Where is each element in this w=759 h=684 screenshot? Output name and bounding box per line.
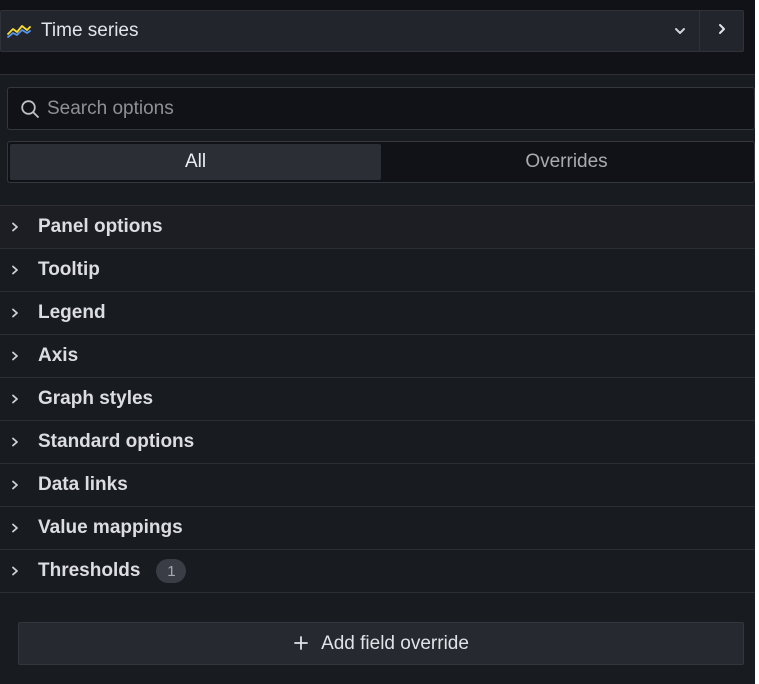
- add-field-override-button[interactable]: Add field override: [18, 622, 744, 665]
- visualization-picker[interactable]: Time series: [0, 10, 699, 52]
- chevron-down-icon[interactable]: [661, 23, 699, 39]
- section-axis[interactable]: Axis: [0, 334, 755, 377]
- section-label: Standard options: [38, 431, 195, 452]
- search-options-field[interactable]: [7, 87, 755, 130]
- chevron-right-icon: [0, 221, 38, 233]
- section-graph-styles[interactable]: Graph styles: [0, 377, 755, 420]
- section-label: Thresholds: [38, 560, 141, 581]
- expand-visualization-list-button[interactable]: [699, 10, 744, 52]
- section-label: Axis: [38, 345, 79, 366]
- section-thresholds[interactable]: Thresholds 1: [0, 549, 755, 592]
- count-badge: 1: [156, 559, 187, 583]
- options-pane: Time series All Overrides: [0, 0, 759, 684]
- section-divider: [0, 592, 755, 593]
- section-panel-options[interactable]: Panel options: [0, 205, 755, 248]
- section-value-mappings[interactable]: Value mappings: [0, 506, 755, 549]
- section-label: Tooltip: [38, 259, 100, 280]
- chevron-right-icon: [0, 307, 38, 319]
- chevron-right-icon: [0, 393, 38, 405]
- visualization-header: Time series: [0, 0, 759, 75]
- add-field-override-label: Add field override: [321, 632, 469, 654]
- chevron-right-icon: [0, 522, 38, 534]
- panel-edge: [755, 0, 759, 684]
- time-series-chart-icon: [7, 22, 31, 40]
- tab-overrides[interactable]: Overrides: [381, 144, 752, 180]
- chevron-right-icon: [716, 22, 728, 41]
- chevron-right-icon: [0, 479, 38, 491]
- section-label: Panel options: [38, 216, 163, 237]
- chevron-right-icon: [0, 565, 38, 577]
- section-standard-options[interactable]: Standard options: [0, 420, 755, 463]
- section-label: Value mappings: [38, 517, 183, 538]
- search-input[interactable]: [47, 88, 754, 129]
- section-data-links[interactable]: Data links: [0, 463, 755, 506]
- chevron-right-icon: [0, 350, 38, 362]
- visualization-name: Time series: [41, 20, 139, 41]
- section-tooltip[interactable]: Tooltip: [0, 248, 755, 291]
- section-label: Graph styles: [38, 388, 154, 409]
- options-section-list: Panel options Tooltip Legend Axis Graph …: [0, 205, 755, 593]
- options-tabs: All Overrides: [7, 141, 755, 183]
- section-legend[interactable]: Legend: [0, 291, 755, 334]
- plus-icon: [293, 632, 309, 656]
- chevron-right-icon: [0, 436, 38, 448]
- chevron-right-icon: [0, 264, 38, 276]
- tab-all[interactable]: All: [10, 144, 381, 180]
- search-icon: [19, 98, 41, 120]
- section-label: Legend: [38, 302, 106, 323]
- section-label: Data links: [38, 474, 128, 495]
